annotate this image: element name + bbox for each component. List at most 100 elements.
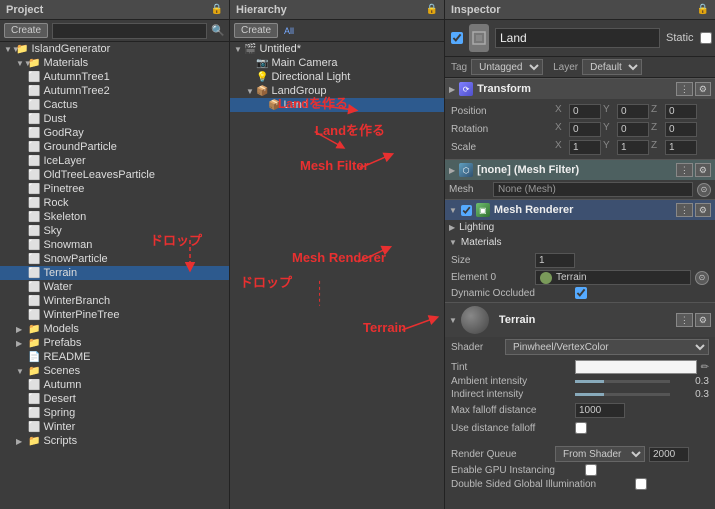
rotation-x-input[interactable] [569, 122, 601, 137]
static-checkbox[interactable] [700, 32, 712, 44]
list-item[interactable]: ⬜Skeleton [0, 210, 229, 224]
project-search-input[interactable] [52, 23, 207, 39]
project-create-button[interactable]: Create [4, 23, 48, 38]
inspector-object-row: Land Static [445, 20, 715, 57]
inspector-header: Inspector 🔒 [445, 0, 715, 20]
meshrenderer-settings-button[interactable]: ⚙ [695, 203, 711, 217]
mesh-filter-header[interactable]: ▶ ⬡ [none] (Mesh Filter) ⋮ ⚙ [445, 160, 715, 180]
list-item[interactable]: ⬜WinterBranch [0, 294, 229, 308]
element-select-button[interactable]: ⊙ [695, 271, 709, 285]
shader-row: Shader Pinwheel/VertexColor [445, 337, 715, 357]
position-row: Position X Y Z [451, 102, 709, 120]
object-icon [469, 24, 489, 52]
gpu-instancing-checkbox[interactable] [585, 464, 597, 476]
scenes-folder[interactable]: ▼📁Scenes [0, 364, 229, 378]
hierarchy-panel-header: Hierarchy 🔒 [230, 0, 444, 20]
list-item[interactable]: ⬜Dust [0, 112, 229, 126]
dynamic-label: Dynamic Occluded [451, 288, 571, 299]
transform-title: Transform [477, 83, 672, 95]
maxfalloff-row: Max falloff distance [451, 401, 709, 419]
object-active-checkbox[interactable] [451, 32, 463, 44]
indirect-slider[interactable] [575, 393, 670, 396]
materials-label: Materials [461, 237, 502, 248]
readme-item[interactable]: 📄README [0, 350, 229, 364]
list-item[interactable]: ⬜AutumnTree2 [0, 84, 229, 98]
scale-x-input[interactable] [569, 140, 601, 155]
list-item[interactable]: ⬜OldTreeLeavesParticle [0, 168, 229, 182]
object-name-input[interactable]: Land [495, 28, 660, 48]
prefabs-folder[interactable]: ▶📁Prefabs [0, 336, 229, 350]
tag-select[interactable]: Untagged [471, 59, 543, 75]
list-item[interactable]: ⬜Autumn [0, 378, 229, 392]
hierarchy-directional-light[interactable]: 💡 Directional Light [230, 70, 444, 84]
terrain-material-item[interactable]: ⬜Terrain [0, 266, 229, 280]
transform-menu-button[interactable]: ⋮ [676, 82, 693, 96]
all-button[interactable]: All [282, 26, 296, 36]
layer-select[interactable]: Default [582, 59, 642, 75]
list-item[interactable]: ⬜Desert [0, 392, 229, 406]
dynamic-occluded-checkbox[interactable] [575, 287, 587, 299]
models-folder[interactable]: ▶📁Models [0, 322, 229, 336]
mesh-renderer-active-checkbox[interactable] [461, 205, 472, 216]
mesh-select-button[interactable]: ⊙ [697, 183, 711, 197]
terrain-menu-button[interactable]: ⋮ [676, 313, 693, 327]
transform-settings-button[interactable]: ⚙ [695, 82, 711, 96]
position-x-input[interactable] [569, 104, 601, 119]
meshfilter-settings-button[interactable]: ⚙ [695, 163, 711, 177]
position-z-input[interactable] [665, 104, 697, 119]
hierarchy-land-item[interactable]: 📦 Land [230, 98, 444, 112]
list-item[interactable]: ⬜AutumnTree1 [0, 70, 229, 84]
list-item[interactable]: ⬜Water [0, 280, 229, 294]
scripts-folder[interactable]: ▶📁Scripts [0, 434, 229, 448]
inspector-panel: Inspector 🔒 Land Static Tag Untagged Lay… [445, 0, 715, 509]
maxfalloff-input[interactable] [575, 403, 625, 418]
transform-header[interactable]: ▶ ⟳ Transform ⋮ ⚙ [445, 79, 715, 99]
rotation-z-input[interactable] [665, 122, 697, 137]
meshrenderer-menu-button[interactable]: ⋮ [676, 203, 693, 217]
doublesided-checkbox[interactable] [635, 478, 647, 490]
hierarchy-main-camera[interactable]: 📷 Main Camera [230, 56, 444, 70]
list-item[interactable]: ⬜Snowman [0, 238, 229, 252]
ambient-slider[interactable] [575, 380, 670, 383]
search-icon: 🔍 [211, 24, 225, 37]
terrain-header[interactable]: ▼ Terrain ⋮ ⚙ [445, 303, 715, 337]
list-item[interactable]: ⬜Winter [0, 420, 229, 434]
list-item[interactable]: ⬜Spring [0, 406, 229, 420]
lighting-sub-header[interactable]: ▶ Lighting [445, 220, 715, 235]
mesh-renderer-title: Mesh Renderer [494, 204, 672, 216]
terrain-component: ▼ Terrain ⋮ ⚙ Shader Pinwheel/VertexColo… [445, 302, 715, 493]
list-item[interactable]: ⬜SnowParticle [0, 252, 229, 266]
list-item[interactable]: ⬜WinterPineTree [0, 308, 229, 322]
list-item[interactable]: ⬜Cactus [0, 98, 229, 112]
project-root-item[interactable]: ▼ 📁 IslandGenerator [0, 42, 229, 56]
rotation-y-input[interactable] [617, 122, 649, 137]
project-materials-folder[interactable]: ▼ 📁 Materials [0, 56, 229, 70]
scale-z-input[interactable] [665, 140, 697, 155]
materials-sub-header[interactable]: ▼ Materials [445, 235, 715, 250]
mesh-renderer-component: ▼ ▣ Mesh Renderer ⋮ ⚙ ▶ Lighting ▼ Mater… [445, 199, 715, 302]
meshfilter-menu-button[interactable]: ⋮ [676, 163, 693, 177]
terrain-properties: Tint ✏ Ambient intensity 0.3 Indirect in… [445, 357, 715, 493]
list-item[interactable]: ⬜Sky [0, 224, 229, 238]
hierarchy-landgroup[interactable]: ▼ 📦 LandGroup [230, 84, 444, 98]
list-item[interactable]: ⬜Pinetree [0, 182, 229, 196]
usefalloff-checkbox[interactable] [575, 422, 587, 434]
hierarchy-scene-root[interactable]: ▼ 🎬 Untitled* [230, 42, 444, 56]
size-input[interactable] [535, 253, 575, 268]
list-item[interactable]: ⬜IceLayer [0, 154, 229, 168]
project-panel-header: Project 🔒 [0, 0, 229, 20]
list-item[interactable]: ⬜GroundParticle [0, 140, 229, 154]
list-item[interactable]: ⬜Rock [0, 196, 229, 210]
scale-y-input[interactable] [617, 140, 649, 155]
position-y-input[interactable] [617, 104, 649, 119]
terrain-settings-button[interactable]: ⚙ [695, 313, 711, 327]
doublesided-label: Double Sided Global Illumination [451, 479, 631, 490]
mesh-renderer-header[interactable]: ▼ ▣ Mesh Renderer ⋮ ⚙ [445, 200, 715, 220]
renderqueue-select[interactable]: From Shader [555, 446, 645, 462]
list-item[interactable]: ⬜GodRay [0, 126, 229, 140]
tint-edit-icon[interactable]: ✏ [701, 362, 709, 373]
renderqueue-value-input[interactable] [649, 447, 689, 462]
tint-color-swatch[interactable] [575, 360, 697, 374]
shader-select[interactable]: Pinwheel/VertexColor [505, 339, 709, 355]
hierarchy-create-button[interactable]: Create [234, 23, 278, 38]
